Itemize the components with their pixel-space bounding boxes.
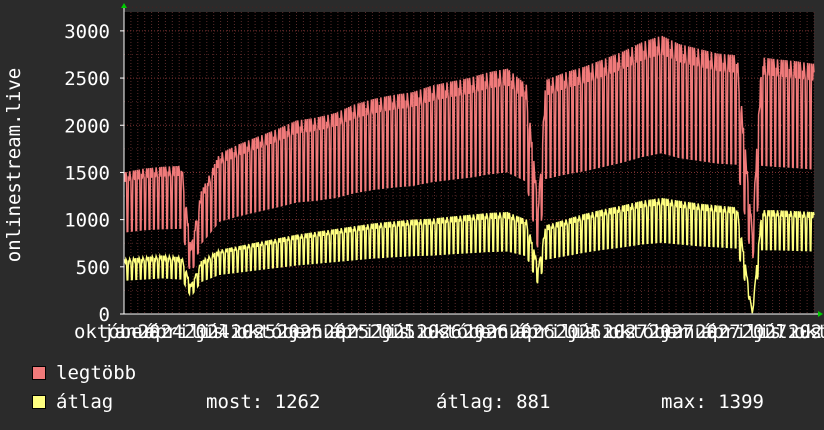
chart: 050010001500200025003000októberjanuár202… <box>3 3 824 343</box>
y-tick-label: 500 <box>76 257 110 279</box>
stat-average: átlag: 881 <box>436 391 551 413</box>
stat-maximum: max: 1399 <box>661 391 764 413</box>
legend-row-max: legtöbb <box>32 362 206 384</box>
legend-label-avg: átlag <box>56 391 114 413</box>
legend-swatch-max <box>32 366 46 380</box>
legend-label-max: legtöbb <box>56 362 137 384</box>
y-axis-label: onlinestream.live <box>3 68 25 262</box>
legend-swatch-avg <box>32 395 46 409</box>
x-axis-arrow <box>818 311 823 317</box>
y-tick-label: 3000 <box>64 21 110 43</box>
stat-now: most: 1262 <box>206 391 321 413</box>
y-tick-label: 2000 <box>64 115 110 137</box>
y-tick-label: 2500 <box>64 68 110 90</box>
legend-row-avg: átlag most: 1262 átlag: 881 max: 1399 <box>32 391 764 413</box>
x-tick-label: október <box>794 321 824 343</box>
y-axis-arrow <box>121 3 127 8</box>
y-tick-label: 1000 <box>64 210 110 232</box>
y-tick-label: 1500 <box>64 162 110 184</box>
